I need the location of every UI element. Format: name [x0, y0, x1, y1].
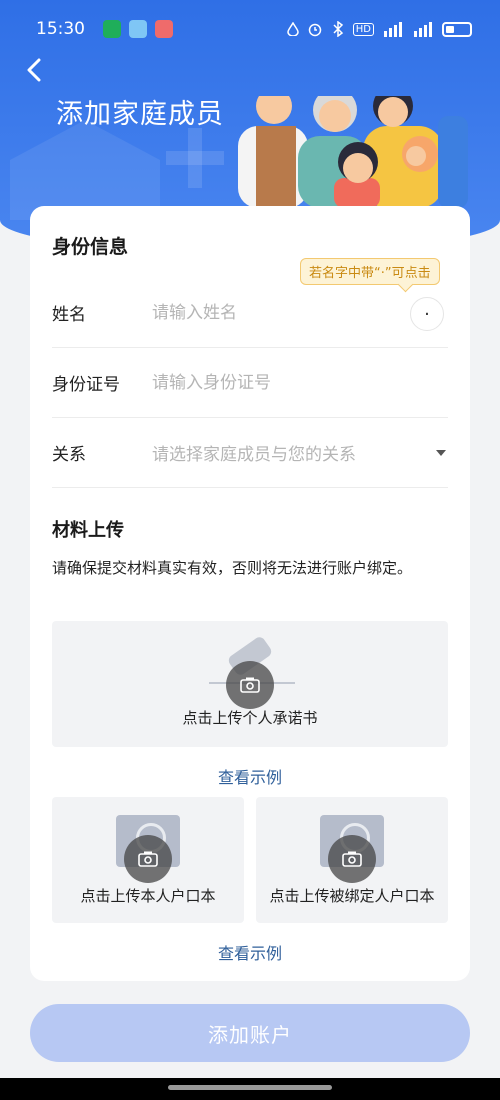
- system-nav-bar: [0, 1078, 500, 1100]
- camera-icon: [328, 835, 376, 883]
- photo-app-icon: [129, 20, 147, 38]
- relation-select[interactable]: 请选择家庭成员与您的关系: [152, 440, 436, 465]
- materials-section-title: 材料上传: [52, 520, 124, 541]
- back-button[interactable]: [20, 56, 48, 84]
- id-number-input[interactable]: [152, 372, 448, 393]
- battery-icon: [442, 21, 472, 37]
- camera-icon: [226, 661, 274, 709]
- id-number-row: 身份证号: [52, 348, 448, 418]
- identity-section-title: 身份信息: [52, 236, 129, 258]
- upload-bound-hukou-label: 点击上传被绑定人户口本: [269, 887, 435, 905]
- view-example-link[interactable]: 查看示例: [30, 764, 470, 788]
- signal-4g-icon: [384, 22, 402, 37]
- id-number-label: 身份证号: [52, 375, 120, 395]
- signal-5g-icon: [414, 22, 432, 37]
- family-illustration: [238, 96, 468, 208]
- status-indicators: HD: [287, 21, 472, 37]
- hd-indicator: HD: [352, 22, 374, 36]
- shield-app-icon: [103, 20, 121, 38]
- upload-bound-hukou-area[interactable]: 点击上传被绑定人户口本: [256, 797, 448, 923]
- relation-row[interactable]: 关系 请选择家庭成员与您的关系: [52, 418, 448, 488]
- status-bar: 15:30 HD: [0, 0, 500, 58]
- upload-commitment-area[interactable]: 点击上传个人承诺书: [52, 621, 448, 747]
- name-label: 姓名: [52, 305, 86, 325]
- upload-own-hukou-label: 点击上传本人户口本: [80, 887, 216, 905]
- view-example-link-2[interactable]: 查看示例: [30, 940, 470, 964]
- name-input[interactable]: [152, 302, 448, 323]
- materials-notice: 请确保提交材料真实有效，否则将无法进行账户绑定。: [52, 559, 413, 577]
- alarm-icon: [308, 23, 322, 37]
- upload-commitment-label: 点击上传个人承诺书: [182, 709, 318, 727]
- chevron-left-icon: [27, 58, 41, 82]
- camera-icon: [124, 835, 172, 883]
- home-indicator[interactable]: [168, 1085, 332, 1090]
- caret-down-icon: [436, 449, 446, 456]
- pig-app-icon: [155, 20, 173, 38]
- status-time: 15:30: [36, 19, 85, 39]
- form-card: 身份信息 若名字中带“·”可点击 · 姓名 身份证号 关系 请选择家庭成员与您的…: [30, 206, 470, 981]
- house-decoration: [10, 120, 160, 220]
- upload-own-hukou-area[interactable]: 点击上传本人户口本: [52, 797, 244, 923]
- add-account-button[interactable]: 添加账户: [30, 1004, 470, 1062]
- drop-icon: [287, 22, 299, 36]
- plus-decoration-bar: [166, 151, 224, 165]
- page-title: 添加家庭成员: [56, 99, 224, 130]
- name-row: 姓名: [52, 278, 448, 348]
- bluetooth-icon: [333, 21, 343, 37]
- relation-label: 关系: [52, 445, 86, 465]
